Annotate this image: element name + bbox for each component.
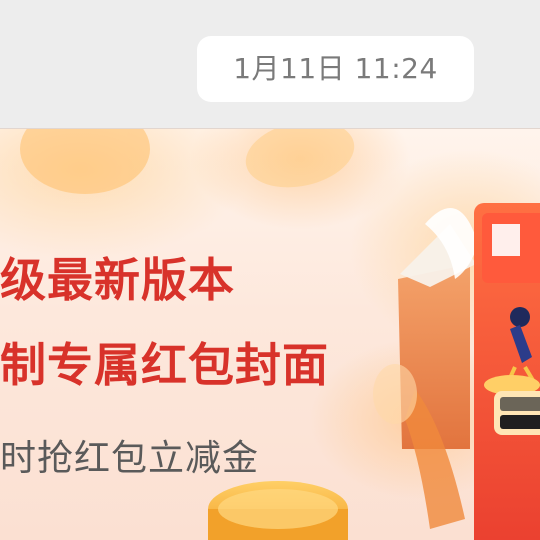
promo-subline: 时抢红包立减金 [0, 438, 260, 479]
chat-area: 1月11日 11:24 级最新版本 制专属红包封面 时抢红包立减金 [0, 0, 540, 540]
promo-card[interactable]: 级最新版本 制专属红包封面 时抢红包立减金 [0, 128, 540, 540]
message-timestamp: 1月11日 11:24 [197, 36, 474, 102]
promo-headline-line-2: 制专属红包封面 [0, 338, 329, 392]
promo-headline-line-1: 级最新版本 [0, 253, 235, 307]
